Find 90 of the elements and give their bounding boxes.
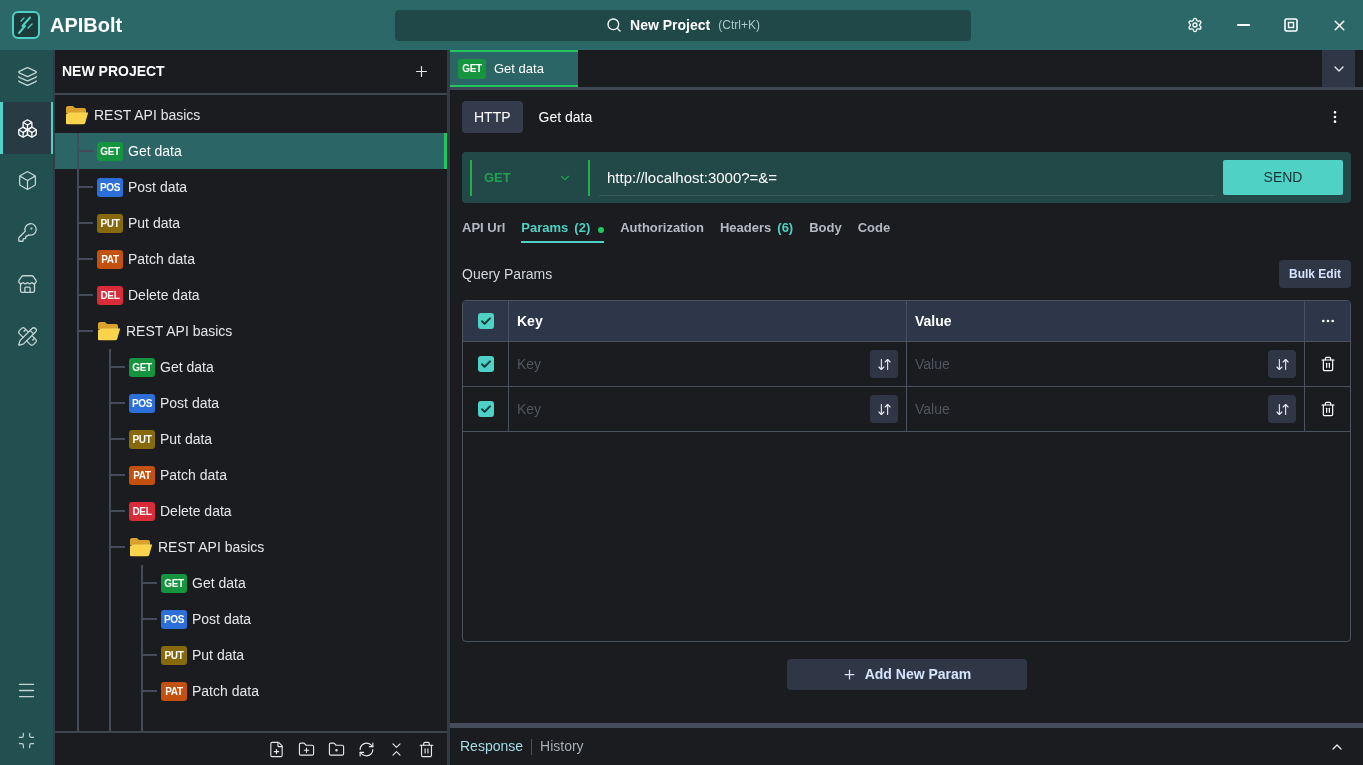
request-item[interactable]: POS Post data [55, 169, 447, 205]
key-icon [16, 221, 38, 243]
checkbox[interactable] [477, 401, 494, 417]
column-header: Value [915, 311, 952, 331]
request-item[interactable]: PUT Put data [55, 205, 447, 241]
request-item[interactable]: POS Post data [55, 385, 447, 421]
key-field[interactable]: Key [517, 393, 870, 425]
checkbox[interactable] [477, 313, 494, 329]
request-item[interactable]: PAT Patch data [55, 673, 447, 709]
method-badge: PUT [97, 213, 123, 233]
request-type-button[interactable]: HTTP [462, 101, 523, 133]
request-item[interactable]: PAT Patch data [55, 241, 447, 277]
request-name: Get data [538, 107, 593, 127]
file-plus-icon [267, 740, 285, 758]
editor-tab[interactable]: GET Get data [450, 50, 578, 87]
plus-icon [841, 667, 857, 682]
request-tab[interactable]: Authorization [620, 215, 704, 243]
value-field[interactable]: Value [915, 393, 1268, 425]
search-bar[interactable]: New Project (Ctrl+K) [395, 9, 971, 41]
method-badge: DEL [97, 285, 123, 305]
method-badge: GET [129, 357, 155, 377]
send-button[interactable]: SEND [1223, 160, 1343, 195]
cube-icon [16, 169, 38, 191]
panel-tab[interactable]: Response [460, 736, 524, 757]
settings-icon [1187, 17, 1203, 33]
refresh-icon [357, 740, 375, 758]
swap-button[interactable] [1268, 395, 1296, 423]
request-item[interactable]: PUT Put data [55, 421, 447, 457]
request-tab[interactable]: Code [857, 215, 891, 243]
method-badge: PAT [161, 681, 187, 701]
trash-icon [1319, 356, 1336, 372]
folder-item[interactable]: REST API basics [55, 529, 447, 565]
request-tab[interactable]: Body [809, 215, 842, 243]
request-item[interactable]: GET Get data [55, 133, 447, 169]
swap-arrows-icon [876, 401, 892, 417]
method-badge: POS [161, 609, 187, 629]
panel-tab[interactable]: History [540, 736, 584, 757]
app-name: APIBolt [50, 13, 123, 38]
inward-corners-icon [17, 730, 36, 750]
swap-button[interactable] [1268, 350, 1296, 378]
method-badge: GET [458, 58, 486, 79]
request-item[interactable]: DEL Delete data [55, 493, 447, 529]
request-item[interactable]: GET Get data [55, 349, 447, 385]
checkbox[interactable] [477, 356, 494, 372]
method-badge: POS [129, 393, 155, 413]
pencil-ruler-icon [16, 325, 38, 347]
request-item[interactable]: GET Get data [55, 565, 447, 601]
restore-icon [1284, 18, 1298, 32]
value-field[interactable]: Value [915, 348, 1268, 380]
method-badge: PAT [97, 249, 123, 269]
swap-arrows-icon [876, 356, 892, 372]
method-badge: GET [97, 141, 123, 161]
trash-icon [417, 740, 435, 758]
folder-item[interactable]: REST API basics [55, 313, 447, 349]
swap-arrows-icon [1274, 356, 1290, 372]
method-badge: GET [161, 573, 187, 593]
trash-icon [1319, 401, 1336, 417]
tabs-dropdown-button[interactable] [1322, 50, 1355, 87]
key-field[interactable]: Key [517, 348, 870, 380]
method-badge: POS [97, 177, 123, 197]
method-badge: PUT [161, 645, 187, 665]
folder-item[interactable]: REST API basics [55, 97, 447, 133]
method-badge: DEL [129, 501, 155, 521]
bulk-edit-button[interactable]: Bulk Edit [1279, 260, 1351, 288]
project-title: NEW PROJECT [62, 62, 165, 81]
swap-arrows-icon [1274, 401, 1290, 417]
activity-button[interactable] [0, 102, 53, 154]
request-item[interactable]: PUT Put data [55, 637, 447, 673]
minimize-icon [1236, 24, 1250, 26]
section-title: Query Params [462, 264, 553, 284]
bolt-logo-icon [12, 11, 40, 39]
request-item[interactable]: DEL Delete data [55, 277, 447, 313]
folder-plus-icon [297, 740, 315, 758]
request-tab[interactable]: Params (2) [521, 215, 605, 243]
cubes-icon [16, 117, 38, 139]
request-url-bar[interactable]: GET http://localhost:3000?=&= SEND [462, 152, 1351, 203]
request-tab[interactable]: API Url [462, 215, 506, 243]
column-header: Key [517, 311, 543, 331]
request-tab[interactable]: Headers (6) [720, 215, 794, 243]
method-badge: PUT [129, 429, 155, 449]
search-icon [606, 17, 623, 33]
store-icon [16, 273, 38, 295]
swap-button[interactable] [870, 395, 898, 423]
request-item[interactable]: POS Post data [55, 601, 447, 637]
method-badge: PAT [129, 465, 155, 485]
swap-button[interactable] [870, 350, 898, 378]
add-param-button[interactable]: Add New Param [786, 659, 1027, 690]
url-field[interactable]: http://localhost:3000?=&= [599, 159, 1215, 196]
request-item[interactable]: PAT Patch data [55, 457, 447, 493]
layers-icon [16, 65, 38, 87]
